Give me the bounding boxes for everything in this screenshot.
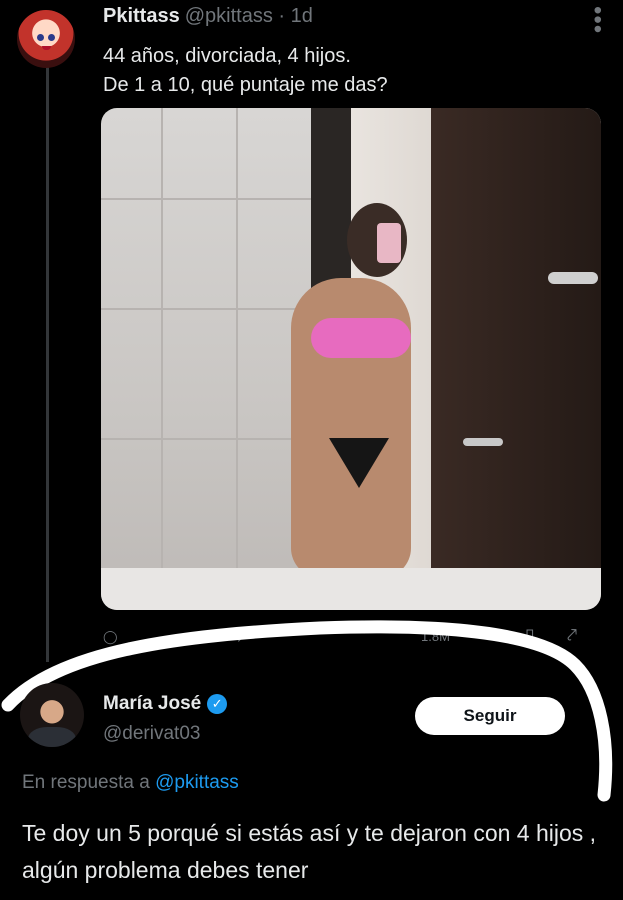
author-name[interactable]: Pkittass bbox=[103, 5, 180, 27]
reply-text: Te doy un 5 porqué si estás así y te dej… bbox=[22, 820, 597, 883]
in-reply-prefix: En respuesta a bbox=[22, 772, 156, 793]
phone bbox=[377, 223, 401, 263]
tweet-text: 44 años, divorciada, 4 hijos. De 1 a 10,… bbox=[103, 42, 388, 100]
in-reply-mention[interactable]: @pkittass bbox=[155, 772, 239, 793]
door-handle bbox=[463, 438, 503, 446]
bookmark-icon[interactable]: ▯ bbox=[525, 625, 535, 646]
avatar[interactable] bbox=[20, 683, 84, 747]
views-icon[interactable]: 1.8M bbox=[421, 629, 450, 644]
thread-connector-line bbox=[46, 62, 49, 662]
author-handle-time[interactable]: @pkittass · 1d bbox=[185, 5, 313, 27]
reply-author-name-text: María José bbox=[103, 693, 202, 714]
verified-badge-icon: ✓ bbox=[207, 693, 228, 714]
retweet-icon[interactable]: ⇆ bbox=[231, 629, 242, 645]
faucet bbox=[548, 272, 598, 284]
avatar-eye bbox=[48, 34, 55, 41]
counter bbox=[101, 568, 601, 610]
avatar-eye bbox=[37, 34, 44, 41]
door bbox=[431, 108, 601, 578]
tweet-photo[interactable] bbox=[101, 108, 601, 610]
reply-icon[interactable]: ◯ bbox=[103, 629, 118, 645]
tweet-line-2: De 1 a 10, qué puntaje me das? bbox=[103, 74, 388, 96]
tile-line bbox=[161, 108, 163, 610]
figure-top bbox=[311, 318, 411, 358]
tile-line bbox=[236, 108, 238, 610]
avatar-shirt bbox=[28, 727, 76, 747]
in-reply-to: En respuesta a @pkittass bbox=[22, 772, 239, 794]
reply-author-handle[interactable]: @derivat03 bbox=[103, 723, 200, 745]
views-count: 1.8M bbox=[421, 629, 450, 644]
more-vertical-icon[interactable]: ••• bbox=[584, 6, 611, 34]
tweet-line-1: 44 años, divorciada, 4 hijos. bbox=[103, 45, 351, 67]
reply-author-name[interactable]: María José ✓ bbox=[103, 693, 228, 715]
tweet-header: Pkittass @pkittass · 1d bbox=[103, 5, 313, 28]
avatar-mouth bbox=[42, 46, 51, 50]
share-icon[interactable]: ⤤ bbox=[567, 625, 577, 646]
tweet-actions: ◯ ⇆ 1.8M ▯ ⤤ bbox=[101, 623, 601, 651]
avatar[interactable] bbox=[17, 10, 75, 68]
follow-button[interactable]: Seguir bbox=[415, 697, 565, 735]
